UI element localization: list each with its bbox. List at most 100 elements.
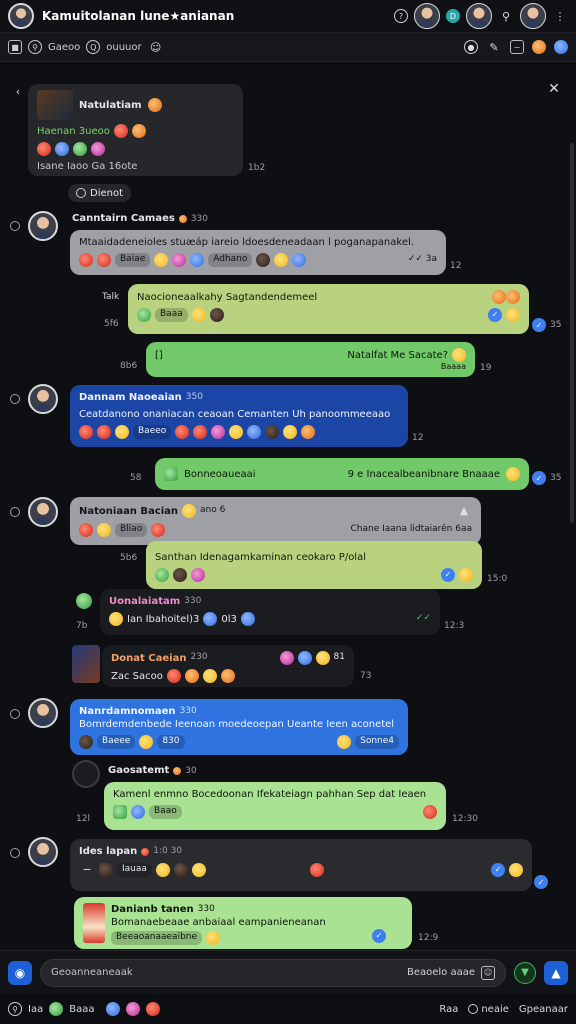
message-bubble[interactable]: Uonalaiatam 330 Ian Ibahoitel)3 0l3 ✓✓ — [100, 589, 440, 635]
select-radio[interactable] — [10, 507, 20, 517]
like-icon[interactable]: ✓ — [532, 318, 546, 332]
emoji-icon — [193, 425, 208, 439]
emoji-icon — [37, 142, 51, 156]
reaction-icon[interactable] — [532, 40, 546, 54]
m4-count: 350 — [185, 391, 203, 402]
message-bubble[interactable]: Santhan Idenagamkaminan ceokaro P/olal ✓ — [146, 541, 482, 589]
m8-time: 12:3 — [444, 621, 465, 631]
message-bubble[interactable]: [] Natalfat Me Sacate? Baaaa — [146, 342, 475, 377]
like-icon[interactable]: ✓ — [372, 929, 386, 943]
emoji-icon — [131, 124, 146, 138]
contact-avatar[interactable] — [414, 3, 440, 29]
sender-avatar[interactable] — [28, 384, 58, 414]
shield-icon[interactable]: ▼ — [514, 961, 536, 984]
message-bubble[interactable]: Ides lapan 1:0 30 − Iauaa ✓ — [70, 839, 532, 891]
select-radio[interactable] — [10, 848, 20, 858]
message-bubble[interactable]: Nanrdamnomaen 330 Bomrdemdenbede Ieenoan… — [70, 699, 408, 755]
media-thumbnail[interactable] — [83, 903, 105, 943]
emoji-icon — [155, 568, 169, 582]
bottom-left-2[interactable]: Baaa — [69, 1004, 94, 1015]
m9-time: 73 — [360, 671, 372, 681]
message-bubble[interactable]: Danianb tanen 330 Bomanaebeaae anbaiaal … — [74, 897, 412, 949]
bottom-right: Raa neaie Gpeanaar — [439, 1004, 568, 1015]
like-icon[interactable]: ✓ — [532, 471, 546, 485]
m10-sender: Nanrdamnomaen — [79, 706, 176, 717]
message-bubble[interactable]: Naocioneaalkahy Sagtandendemeel Baaa ✓ — [128, 284, 529, 334]
group-avatar[interactable] — [72, 760, 100, 788]
attach-button[interactable]: ◉ — [8, 960, 32, 985]
message-bubble[interactable]: Kamenl enmno Bocedoonan Ifekateiagn pahh… — [104, 782, 446, 830]
message-input[interactable]: Geoanneaneaak Beaoelo aaae ☺ — [40, 958, 506, 987]
scrollbar[interactable] — [570, 143, 574, 523]
send-button[interactable]: ▲ — [544, 960, 568, 985]
bottom-right-1[interactable]: Raa — [439, 1004, 458, 1015]
m2-text: Naocioneaalkahy Sagtandendemeel — [137, 291, 318, 303]
message-bubble[interactable]: Mtaaidadeneioles stuæáp iareio ldoesdene… — [70, 230, 446, 275]
reaction-icon-2[interactable] — [554, 40, 568, 54]
window-icon[interactable]: ■ — [8, 40, 22, 54]
m10-pill: Baeee — [97, 735, 136, 749]
record-icon[interactable]: ● — [464, 40, 478, 54]
m10-pill-b: 830 — [157, 735, 185, 749]
message-bubble[interactable]: Dannam Naoeaian 350 Ceatdanono onaniacan… — [70, 385, 408, 447]
emoji-icon — [79, 523, 93, 537]
sender-avatar[interactable] — [28, 497, 58, 527]
sender-avatar[interactable] — [28, 837, 58, 867]
status-icon[interactable]: D — [446, 9, 460, 23]
emoji-icon — [175, 425, 190, 439]
select-radio[interactable] — [10, 221, 20, 231]
sender-avatar[interactable] — [28, 698, 58, 728]
like-icon[interactable]: ✓ — [534, 875, 548, 889]
m1-header: Canntairn Camaes 330 — [72, 213, 208, 224]
emoji-icon — [209, 308, 224, 322]
attach-icon[interactable]: ▲ — [456, 503, 472, 519]
emoji-picker-icon[interactable]: ☺ — [481, 965, 495, 980]
message-bubble[interactable]: Donat Caeian 230 81 Zac Sacoo — [102, 645, 354, 687]
bottom-right-2-wrap[interactable]: neaie — [468, 1004, 509, 1015]
select-radio[interactable] — [10, 709, 20, 719]
emoji-icon[interactable]: ☺ — [148, 39, 164, 55]
toolbar-label-1[interactable]: Gaeoo — [48, 42, 80, 53]
fire-icon — [173, 766, 182, 775]
user-avatar[interactable] — [8, 3, 34, 29]
edit-icon[interactable]: ✎ — [486, 39, 502, 55]
search-icon[interactable]: ⚲ — [8, 1002, 22, 1016]
m3-text-right: Natalfat Me Sacate? — [347, 349, 448, 361]
pinned-card[interactable]: Natulatiam Haenan 3ueoo Isane Iaoo Ga 16… — [28, 84, 243, 176]
like-icon[interactable]: ✓ — [491, 863, 505, 877]
message-bubble[interactable]: Bonneoaueaai 9 e Inacealbeanibnare Bnaaa… — [155, 458, 529, 490]
m11-pill: Baao — [149, 805, 182, 819]
toolbar-label-2[interactable]: ouuuor — [106, 42, 141, 53]
close-icon[interactable]: ✕ — [546, 81, 562, 97]
like-icon[interactable]: ✓ — [488, 308, 502, 322]
contact-avatar-2[interactable] — [466, 3, 492, 29]
m1-count: 330 — [190, 213, 208, 224]
like-icon[interactable]: ✓ — [441, 568, 455, 582]
search-icon-2[interactable]: Q — [86, 40, 101, 54]
media-thumbnail[interactable] — [72, 645, 100, 683]
sender-avatar[interactable] — [28, 211, 58, 241]
more-icon[interactable]: ⋮ — [552, 8, 568, 24]
select-radio[interactable] — [10, 394, 20, 404]
emoji-icon — [337, 735, 352, 749]
contact-avatar-3[interactable] — [520, 3, 546, 29]
pin-icon[interactable]: ⚲ — [498, 8, 514, 24]
m12-pill: Iauaa — [117, 863, 152, 877]
bottom-right-3[interactable]: Gpeanaar — [519, 1004, 568, 1015]
search-icon[interactable]: ⚲ — [28, 40, 42, 54]
emoji-icon — [146, 1002, 161, 1016]
bottom-left-1[interactable]: Iaa — [28, 1004, 43, 1015]
clock-icon — [468, 1004, 479, 1014]
play-icon[interactable]: − — [79, 862, 95, 878]
help-icon[interactable]: ? — [394, 9, 408, 23]
message-bubble[interactable]: Natoniaan Bacian ano 6 ▲ Bliao Chane Iaa… — [70, 497, 481, 545]
layout-icon[interactable]: − — [510, 40, 524, 54]
m11-time: 12:30 — [452, 814, 478, 824]
m9-count: 230 — [190, 652, 208, 663]
emoji-icon — [279, 651, 294, 665]
file-icon — [99, 863, 113, 877]
emoji-icon — [79, 425, 93, 439]
back-icon[interactable]: ‹ — [10, 83, 26, 99]
emoji-icon — [106, 1002, 121, 1016]
divider-chip: Dienot — [68, 184, 132, 202]
